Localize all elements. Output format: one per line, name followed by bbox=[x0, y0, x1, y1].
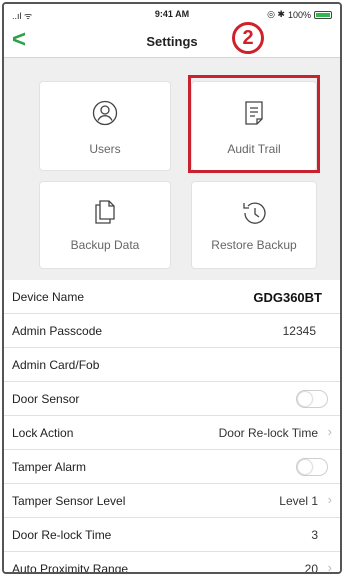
setting-tamper-alarm: Tamper Alarm bbox=[4, 450, 340, 484]
restore-backup-tile[interactable]: Restore Backup bbox=[192, 182, 316, 268]
battery-icon bbox=[314, 10, 332, 19]
setting-door-relock-time[interactable]: Door Re-lock Time 3 bbox=[4, 518, 340, 552]
chevron-right-icon: › bbox=[327, 492, 332, 507]
status-icons: ◎ ✱ bbox=[267, 9, 285, 19]
setting-label: Admin Passcode bbox=[12, 324, 103, 338]
chevron-right-icon: › bbox=[327, 424, 332, 439]
phone-screen: ..ıl ᯤ 9:41 AM ◎ ✱ 100% < Settings Users bbox=[2, 2, 342, 574]
users-tile[interactable]: Users bbox=[40, 82, 170, 170]
setting-value: Level 1 bbox=[279, 494, 318, 508]
battery-percent: 100% bbox=[287, 9, 311, 20]
setting-label: Door Sensor bbox=[12, 392, 80, 406]
setting-value: Door Re-lock Time bbox=[218, 426, 318, 440]
setting-label: Admin Card/Fob bbox=[12, 358, 100, 372]
setting-tamper-sensor-level[interactable]: Tamper Sensor Level Level 1 › bbox=[4, 484, 340, 518]
setting-auto-proximity-range[interactable]: Auto Proximity Range 20 › bbox=[4, 552, 340, 574]
status-right: ◎ ✱ 100% bbox=[267, 9, 332, 20]
setting-label: Auto Proximity Range bbox=[12, 562, 129, 574]
setting-label: Tamper Alarm bbox=[12, 460, 87, 474]
setting-value: 3 bbox=[311, 528, 318, 542]
users-label: Users bbox=[89, 142, 121, 156]
setting-label: Tamper Sensor Level bbox=[12, 494, 126, 508]
copy-documents-icon bbox=[91, 198, 119, 231]
setting-value: 20 bbox=[304, 562, 318, 574]
highlight-box bbox=[188, 75, 320, 173]
setting-admin-card-fob[interactable]: Admin Card/Fob bbox=[4, 348, 340, 382]
restore-backup-label: Restore Backup bbox=[211, 238, 297, 252]
backup-data-label: Backup Data bbox=[70, 238, 140, 252]
chevron-right-icon: › bbox=[327, 560, 332, 574]
nav-bar: < Settings bbox=[4, 24, 340, 58]
setting-door-sensor: Door Sensor bbox=[4, 382, 340, 416]
setting-lock-action[interactable]: Lock Action Door Re-lock Time › bbox=[4, 416, 340, 450]
setting-value: 12345 bbox=[282, 324, 316, 338]
setting-admin-passcode[interactable]: Admin Passcode 12345 bbox=[4, 314, 340, 348]
step-number-badge: 2 bbox=[232, 22, 264, 54]
settings-list: Device Name GDG360BT Admin Passcode 1234… bbox=[4, 280, 340, 574]
status-bar: ..ıl ᯤ 9:41 AM ◎ ✱ 100% bbox=[4, 4, 340, 24]
setting-label: Device Name bbox=[12, 290, 85, 304]
page-title: Settings bbox=[146, 34, 198, 49]
door-sensor-toggle[interactable] bbox=[296, 390, 328, 408]
setting-device-name[interactable]: Device Name GDG360BT bbox=[4, 280, 340, 314]
setting-label: Door Re-lock Time bbox=[12, 528, 112, 542]
setting-value: GDG360BT bbox=[253, 290, 322, 305]
backup-data-tile[interactable]: Backup Data bbox=[40, 182, 170, 268]
setting-label: Lock Action bbox=[12, 426, 74, 440]
user-circle-icon bbox=[92, 100, 118, 131]
history-clock-icon bbox=[240, 200, 268, 231]
tamper-alarm-toggle[interactable] bbox=[296, 458, 328, 476]
